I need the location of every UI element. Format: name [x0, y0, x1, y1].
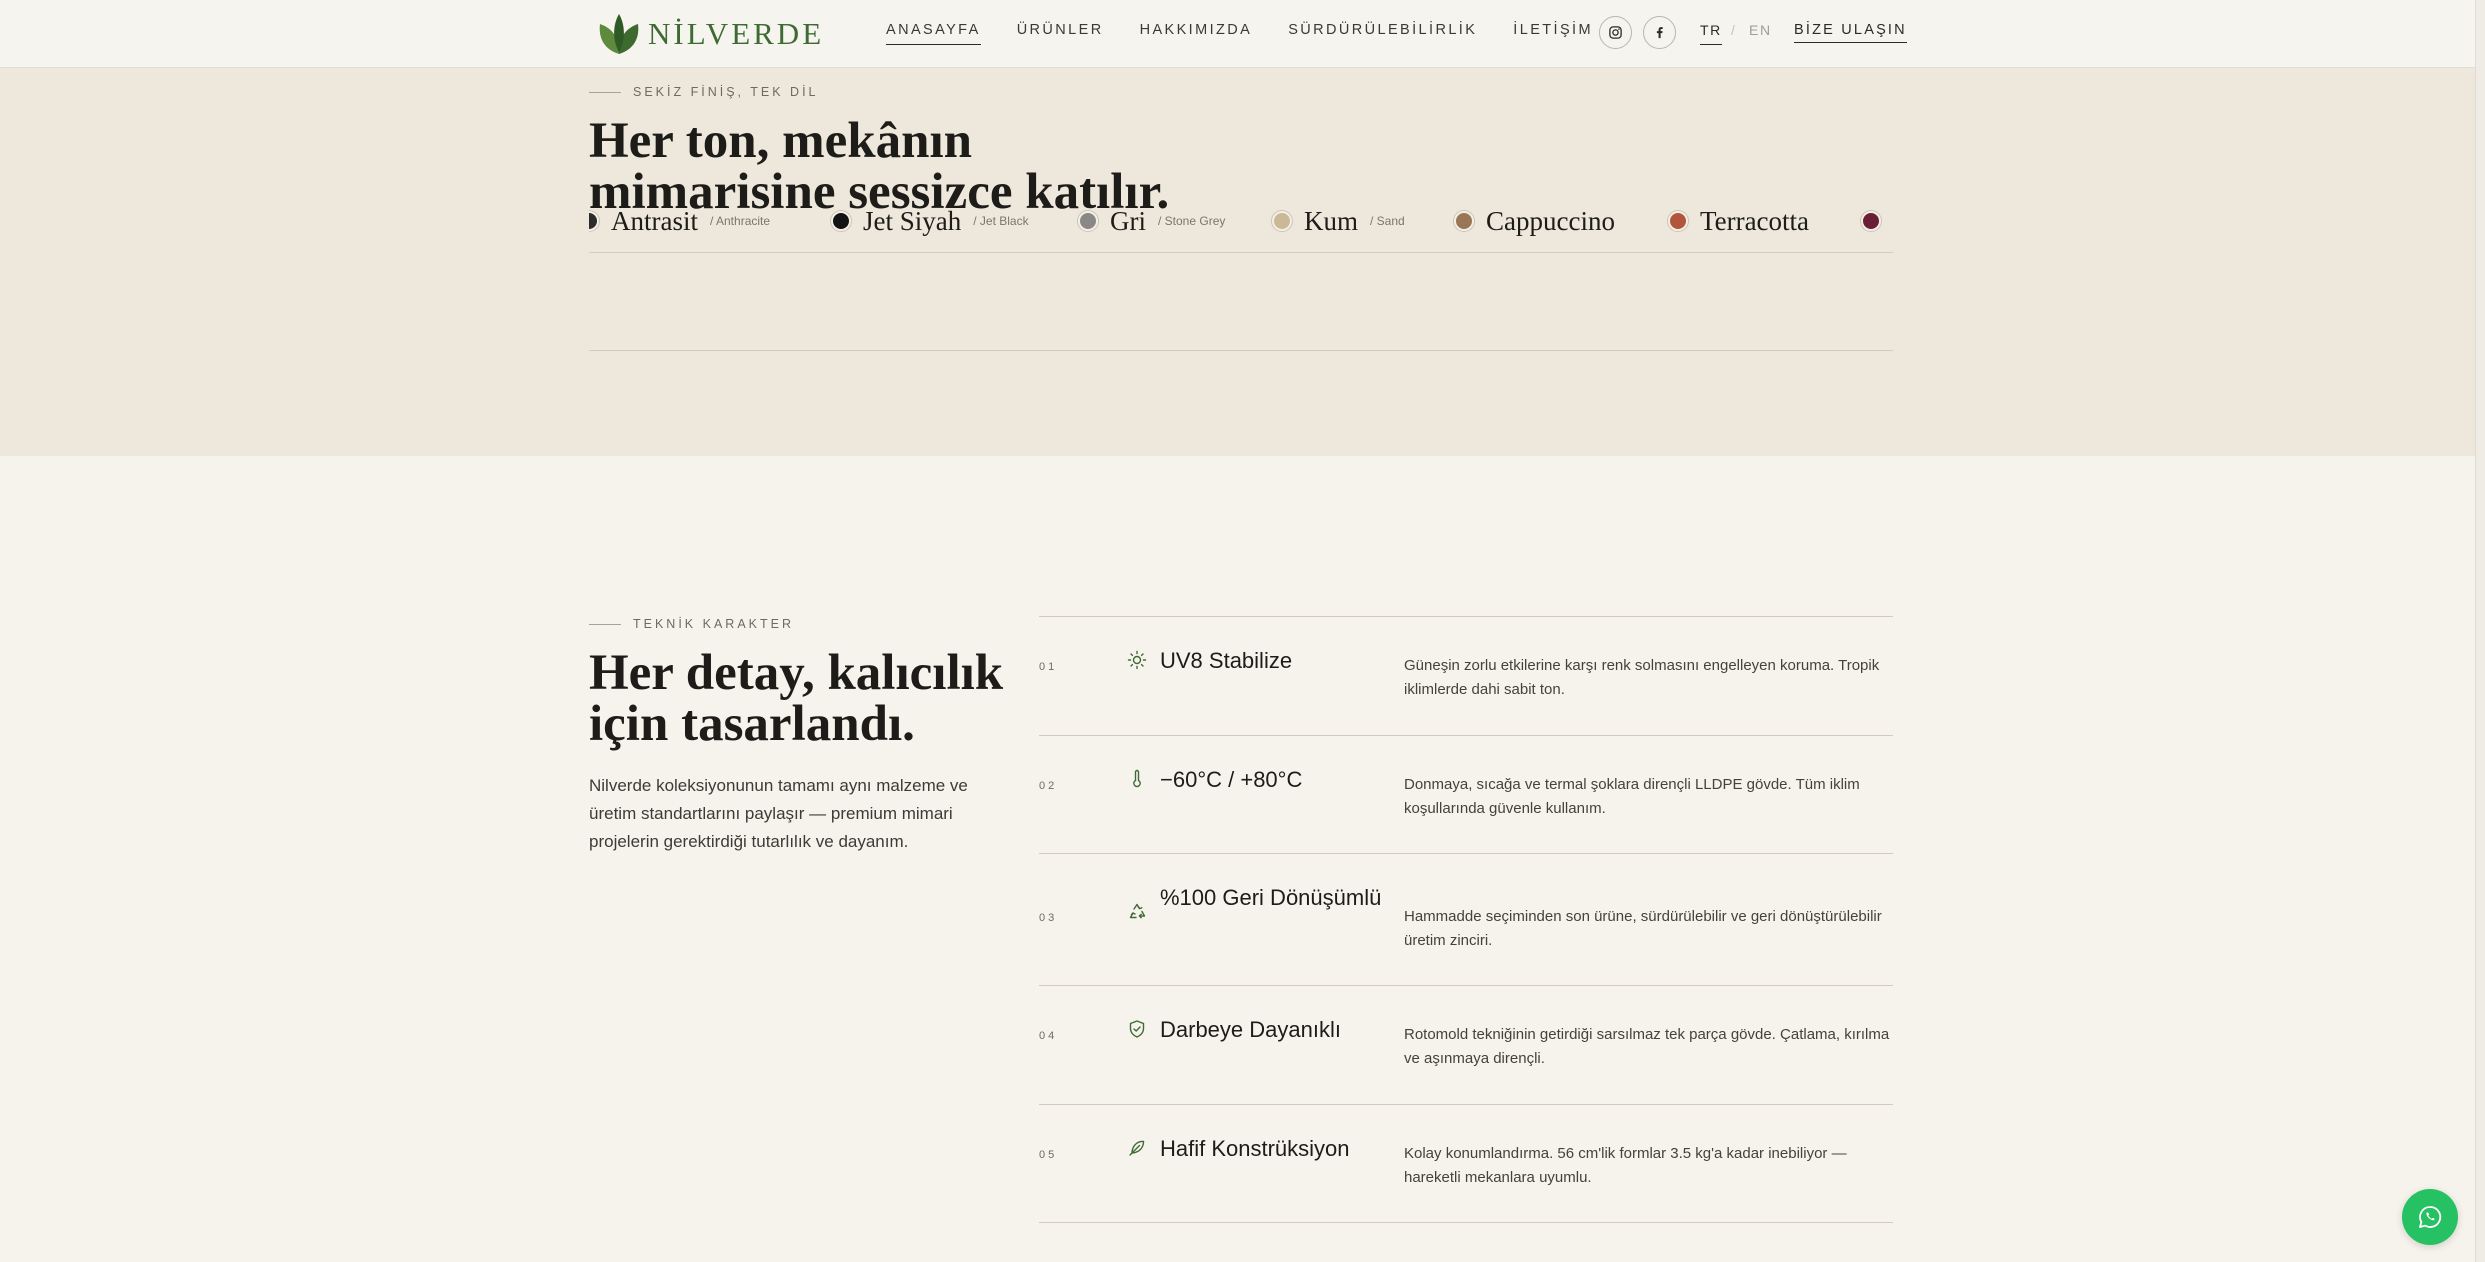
feature-desc: Hammadde seçiminden son ürüne, sürdürüle…: [1404, 908, 1882, 949]
thermometer-icon: [1133, 769, 1141, 788]
whatsapp-icon: [2419, 1206, 2442, 1228]
feature-desc: Güneşin zorlu etkilerine karşı renk solm…: [1404, 657, 1880, 698]
brand-logo[interactable]: NİLVERDE: [594, 10, 824, 58]
finishes-section: SEKİZ FİNİŞ, TEK DİL Her ton, mekânın mi…: [0, 68, 2485, 456]
feature-row: 03 %100 Geri Dönüşümlü Hammadde seçimind…: [1039, 853, 1893, 985]
tech-eyebrow-text: TEKNİK KARAKTER: [633, 617, 794, 631]
swatch-name: Jet Siyah: [863, 205, 962, 236]
nav-urunler[interactable]: ÜRÜNLER: [1017, 22, 1104, 45]
feature-number: 02: [1039, 780, 1058, 792]
feature-desc: Donmaya, sıcağa ve termal şoklara direnç…: [1404, 776, 1860, 817]
shield-icon: [1129, 1020, 1145, 1038]
site-header: NİLVERDE ANASAYFA ÜRÜNLER HAKKIMIZDA SÜR…: [0, 0, 2485, 68]
feature-number: 01: [1039, 661, 1058, 673]
swatch-dot: [831, 211, 851, 231]
swatch-antrasit[interactable]: Antrasit / Anthracite: [589, 186, 770, 256]
swatch-dot: [589, 211, 599, 231]
tech-title-line2: için tasarlandı.: [589, 696, 915, 752]
tech-eyebrow: TEKNİK KARAKTER: [589, 617, 794, 631]
swatch-name: Kum: [1304, 205, 1358, 236]
swatch-name: Terracotta: [1700, 205, 1810, 236]
swatch-jet-siyah[interactable]: Jet Siyah / Jet Black: [831, 186, 1029, 256]
feature-title: Darbeye Dayanıklı: [1160, 1017, 1341, 1042]
finishes-eyebrow-text: SEKİZ FİNİŞ, TEK DİL: [633, 85, 819, 99]
feature-desc: Rotomold tekniğinin getirdiği sarsılmaz …: [1404, 1026, 1890, 1067]
feature-row: 01 UV8 Stabilize Güneşin zorlu etkilerin…: [1039, 616, 1893, 735]
instagram-button[interactable]: [1599, 16, 1632, 49]
feature-row: 04 Darbeye Dayanıklı Rotomold tekniğinin…: [1039, 985, 1893, 1104]
feature-rule: [1039, 1222, 1893, 1223]
swatch-name: Antrasit: [611, 205, 698, 236]
swatch-en: / Anthracite: [710, 214, 771, 228]
swatch-dot: [1078, 211, 1098, 231]
swatch-en: / Stone Grey: [1158, 214, 1226, 228]
swatch-dot: [1454, 211, 1474, 231]
brand-name: NİLVERDE: [648, 16, 825, 51]
feature-desc: Kolay konumlandırma. 56 cm'lik formlar 3…: [1404, 1145, 1847, 1186]
finishes-title-line1: Her ton, mekânın: [589, 113, 972, 169]
feature-row: 05 Hafif Konstrüksiyon Kolay konumlandır…: [1039, 1104, 1893, 1222]
whatsapp-button[interactable]: [2402, 1189, 2458, 1245]
feature-row: 02 −60°C / +80°C Donmaya, sıcağa ve term…: [1039, 735, 1893, 853]
nav-iletisim[interactable]: İLETİŞİM: [1513, 22, 1593, 45]
swatch-bordo[interactable]: [1861, 186, 1881, 256]
swatch-gri[interactable]: Gri / Stone Grey: [1078, 186, 1225, 256]
swatch-name: Gri: [1110, 205, 1146, 236]
feature-number: 05: [1039, 1149, 1058, 1161]
page-scrollbar[interactable]: [2475, 0, 2485, 1262]
finish-swatch-row: Antrasit / Anthracite Jet Siyah / Jet Bl…: [589, 186, 1893, 256]
swatch-cappuccino[interactable]: Cappuccino: [1454, 186, 1615, 256]
feature-number: 03: [1039, 912, 1058, 924]
swatch-kum[interactable]: Kum / Sand: [1272, 186, 1405, 256]
swatch-dot: [1668, 211, 1688, 231]
recycle-icon: [1129, 903, 1146, 919]
facebook-button[interactable]: [1643, 16, 1676, 49]
tech-title-line1: Her detay, kalıcılık: [589, 645, 1004, 701]
lang-tr[interactable]: TR: [1700, 22, 1722, 45]
swatch-bottom-rule: [589, 350, 1893, 351]
main-nav: ANASAYFA ÜRÜNLER HAKKIMIZDA SÜRDÜRÜLEBİL…: [886, 22, 1593, 45]
finishes-eyebrow: SEKİZ FİNİŞ, TEK DİL: [589, 85, 819, 99]
lang-separator: /: [1731, 22, 1735, 38]
facebook-icon: [1656, 27, 1663, 39]
sun-icon: [1127, 650, 1147, 670]
swatch-name: Cappuccino: [1486, 205, 1615, 236]
feature-title: %100 Geri Dönüşümlü: [1160, 885, 1382, 910]
tech-lead-text: Nilverde koleksiyonunun tamamı aynı malz…: [589, 776, 968, 851]
feature-number: 04: [1039, 1030, 1058, 1042]
nav-hakkimizda[interactable]: HAKKIMIZDA: [1140, 22, 1253, 45]
instagram-icon: [1609, 26, 1622, 39]
tech-title: Her detay, kalıcılık için tasarlandı.: [589, 648, 1003, 750]
swatch-terracotta[interactable]: Terracotta: [1668, 186, 1809, 256]
feature-title: −60°C / +80°C: [1160, 767, 1303, 792]
swatch-en: / Sand: [1370, 214, 1405, 228]
swatch-dot: [1861, 211, 1881, 231]
nav-anasayfa[interactable]: ANASAYFA: [886, 22, 981, 45]
swatch-dot: [1272, 211, 1292, 231]
feature-title: UV8 Stabilize: [1160, 648, 1293, 673]
eyebrow-line: [589, 623, 621, 625]
swatch-en: / Jet Black: [973, 214, 1029, 228]
contact-link[interactable]: BİZE ULAŞIN: [1794, 22, 1907, 43]
lang-en[interactable]: EN: [1749, 22, 1772, 38]
nav-surdurulebilirlik[interactable]: SÜRDÜRÜLEBİLİRLİK: [1288, 22, 1477, 45]
feature-title: Hafif Konstrüksiyon: [1160, 1136, 1350, 1161]
leaf-logo-icon: [599, 14, 639, 54]
eyebrow-line: [589, 91, 621, 93]
feather-icon: [1129, 1140, 1145, 1156]
